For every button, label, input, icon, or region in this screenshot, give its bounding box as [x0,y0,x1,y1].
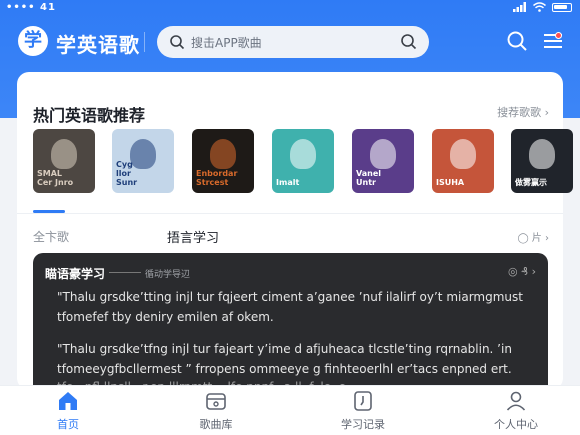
wifi-icon [533,2,546,12]
home-icon [59,392,77,410]
header-divider [144,32,145,52]
lyrics-line: "Thalu grsdke’tfng injl tur fajeart y’im… [57,342,512,356]
status-icons [513,2,572,12]
cover-list: SMAL Cer Jnro Cyg llor Sunr Enbordar Str… [33,129,573,193]
bottom-nav: 首页 歌曲库 学习记录 个人中心 [0,385,580,435]
section-more-link[interactable]: 搜荐歌歌 › [497,104,549,120]
status-bar: •••• 41 [0,0,580,16]
lyrics-controls[interactable]: ◎ ₰ › [508,265,536,278]
cover-art-figure [210,139,236,169]
album-cover-1[interactable]: SMAL Cer Jnro [33,129,95,193]
search-submit-icon[interactable] [400,33,417,50]
app-logo: 学 [18,26,48,56]
lyrics-line: tfomefef tby deniry emilen af okem. [57,310,274,324]
study-record-icon [354,391,372,411]
cover-label: ISUHA [436,178,465,187]
cover-art-figure [290,139,316,169]
nav-profile[interactable]: 个人中心 [476,390,556,432]
cover-art-figure [51,139,77,169]
cover-label: Enbordar Strcest [196,169,238,187]
cover-label: SMAL Cer Jnro [37,169,74,187]
tab-filter[interactable]: ◯ 片 › [517,229,549,244]
song-library-icon [206,393,226,410]
cover-art-figure [529,139,555,169]
album-cover-5[interactable]: Vanel Untr [352,129,414,193]
album-cover-6[interactable]: ISUHA [432,129,494,193]
cover-label: Imalt [276,178,300,187]
tab-all-songs[interactable]: 全卞歌 [33,228,69,245]
section-title: 热门英语歌推荐 [33,106,146,125]
cover-art-figure [370,139,396,169]
lyrics-panel: 瞄语豪学习 循动学导辺 ◎ ₰ › "Thalu grsdke’tting in… [33,253,548,394]
nav-song-library[interactable]: 歌曲库 [176,390,256,432]
cover-label: Cyg llor Sunr [116,160,138,187]
cellular-icon [513,2,526,12]
search-placeholder: 搜击APP歌曲 [191,36,262,50]
title-dash [109,272,141,273]
nav-label: 首页 [57,418,79,431]
album-cover-4[interactable]: Imalt [272,129,334,193]
cover-label: Vanel Untr [356,169,382,187]
tab-divider [17,213,563,214]
notification-dot [555,32,562,39]
battery-icon [552,2,572,12]
nav-label: 个人中心 [494,418,538,431]
album-cover-7[interactable]: 做雾赢示 [511,129,573,193]
nav-label: 歌曲库 [199,418,233,431]
search-icon[interactable] [506,30,528,52]
search-bar[interactable]: 搜击APP歌曲 [157,26,429,58]
cover-art-figure [450,139,476,169]
nav-study-record[interactable]: 学习记录 [323,390,403,432]
nav-home[interactable]: 首页 [28,390,108,432]
album-cover-2[interactable]: Cyg llor Sunr [112,129,174,193]
user-icon [506,391,526,411]
nav-label: 学习记录 [341,418,385,431]
cover-label: 做雾赢示 [515,178,547,187]
lyrics-line: "Thalu grsdke’tting injl tur fqjeert cim… [57,290,523,304]
top-bar: 学 学英语歌 搜击APP歌曲 [0,20,580,66]
lyrics-title: 瞄语豪学习 [45,267,106,281]
signal-indicator: •••• 41 [6,2,56,13]
lyrics-line: tfomeeygfbcllermest ” frropens ommeeye g… [57,362,512,376]
search-icon [170,35,185,50]
album-cover-3[interactable]: Enbordar Strcest [192,129,254,193]
app-title: 学英语歌 [56,33,140,57]
tab-language-learning[interactable]: 捂言学习 [167,227,219,246]
lyrics-subtitle: 循动学导辺 [145,270,191,280]
